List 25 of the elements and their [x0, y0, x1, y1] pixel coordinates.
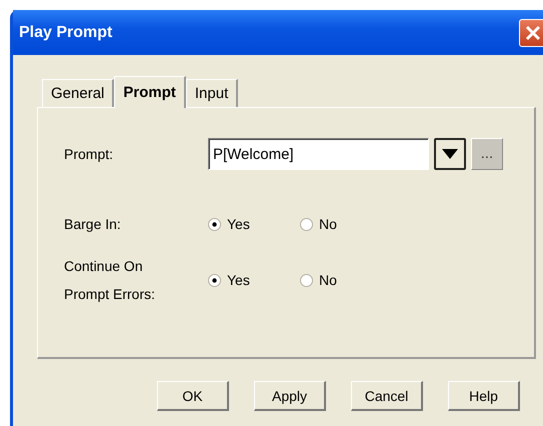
radio-label: Yes	[227, 216, 250, 232]
browse-button[interactable]: ...	[471, 138, 503, 170]
tab[interactable]: Input	[186, 79, 238, 107]
dialog-button[interactable]: Apply	[254, 381, 326, 411]
dialog-button[interactable]: Cancel	[351, 381, 423, 411]
radio-label: No	[319, 272, 337, 288]
dialog-button[interactable]: OK	[157, 381, 229, 411]
option-label: Barge In:	[64, 215, 122, 234]
dialog-button[interactable]: Help	[448, 381, 520, 411]
prompt-field[interactable]: P[Welcome]	[208, 138, 429, 170]
radio-label: No	[319, 216, 337, 232]
radio-button[interactable]	[300, 274, 313, 286]
radio-button[interactable]	[208, 218, 221, 230]
radio-button[interactable]	[300, 218, 313, 230]
close-button[interactable]	[519, 18, 543, 46]
radio-label: Yes	[227, 272, 250, 288]
window-title: Play Prompt	[19, 24, 112, 42]
close-icon	[524, 24, 542, 42]
radio-button[interactable]	[208, 274, 221, 286]
tab[interactable]: General	[42, 79, 114, 107]
dropdown-button[interactable]	[434, 138, 466, 170]
field-label: Prompt:	[64, 145, 114, 164]
dropdown-arrow-icon	[442, 149, 458, 159]
option-label: Continue On Prompt Errors:	[64, 257, 156, 304]
tab[interactable]: Prompt	[114, 76, 186, 108]
